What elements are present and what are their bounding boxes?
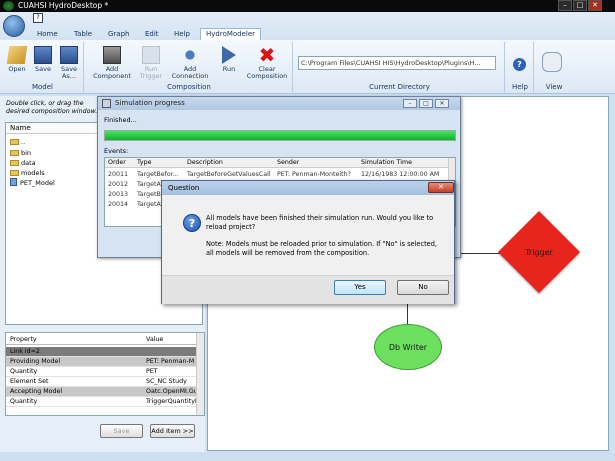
- property-row[interactable]: Link id=2: [6, 347, 198, 357]
- property-row[interactable]: Accepting Model Oatc.OpenMI.Gui: [6, 387, 198, 397]
- composition-group-label: Composition: [167, 83, 211, 91]
- trigger-label: Trigger: [525, 248, 553, 257]
- tree-item[interactable]: data: [10, 158, 36, 168]
- no-button[interactable]: No: [397, 280, 449, 295]
- run-button[interactable]: Run: [214, 46, 244, 73]
- sim-maximize-button[interactable]: □: [419, 99, 433, 108]
- view-group: View: [536, 42, 572, 92]
- properties-scrollbar[interactable]: [196, 333, 204, 415]
- db-writer-label: Db Writer: [388, 343, 428, 352]
- tree-item[interactable]: bin: [10, 148, 31, 158]
- question-dialog: Question ✕ ? All models have been finish…: [161, 180, 455, 304]
- clear-icon: ✖: [258, 43, 276, 67]
- question-note: Note: Models must be reloaded prior to s…: [206, 240, 437, 257]
- events-grid-header: Order Type Description Sender Simulation…: [105, 158, 455, 168]
- model-group: Open Save Save As... Model: [2, 42, 84, 92]
- open-button[interactable]: Open: [5, 46, 29, 73]
- current-directory-input[interactable]: C:\Program Files\CUAHSI HIS\HydroDesktop…: [298, 56, 496, 70]
- sim-close-button[interactable]: ✕: [435, 99, 449, 108]
- help-group-label: Help: [512, 83, 528, 91]
- pan-hand-icon[interactable]: [542, 52, 562, 72]
- property-row[interactable]: Quantity PET: [6, 367, 198, 377]
- model-group-label: Model: [31, 83, 54, 91]
- save-as-icon: [60, 46, 78, 64]
- tree-item[interactable]: models: [10, 168, 45, 178]
- add-connection-icon: [181, 46, 199, 64]
- maximize-button[interactable]: □: [573, 0, 587, 11]
- event-row[interactable]: 20011 TargetBefor... TargetBeforeGetValu…: [105, 170, 455, 179]
- run-trigger-icon: [142, 46, 160, 64]
- view-group-label: View: [545, 83, 563, 91]
- question-icon: ?: [183, 214, 201, 232]
- properties-grid[interactable]: Property Value Link id=2 Providing Model…: [5, 332, 205, 416]
- connection-line: [407, 304, 408, 324]
- composition-group: Add Component Run Trigger Add Connection…: [86, 42, 293, 92]
- app-logo-icon: [3, 1, 14, 11]
- folder-icon: [10, 139, 19, 145]
- yes-button[interactable]: Yes: [334, 280, 386, 295]
- sim-progress-track: [104, 130, 456, 141]
- status-bar: [0, 452, 615, 461]
- add-item-button[interactable]: Add Item >>: [150, 424, 195, 438]
- folder-icon: [10, 150, 19, 156]
- sim-progress-fill: [105, 131, 455, 140]
- properties-header: Property Value: [6, 335, 198, 345]
- question-message: All models have been finished their simu…: [206, 214, 434, 231]
- directory-group-label: Current Directory: [369, 83, 430, 91]
- clear-composition-button[interactable]: ✖ Clear Composition: [246, 43, 288, 80]
- save-button[interactable]: Save: [31, 46, 55, 73]
- title-bar: CUAHSI HydroDesktop * – □ ✕: [0, 0, 615, 12]
- help-group: ? Help: [507, 42, 534, 92]
- save-as-button[interactable]: Save As...: [57, 46, 81, 80]
- close-button[interactable]: ✕: [588, 0, 602, 11]
- help-button[interactable]: ?: [513, 58, 526, 71]
- run-trigger-button[interactable]: Run Trigger: [134, 46, 168, 80]
- run-icon: [222, 46, 236, 64]
- app-menu-button[interactable]: [3, 15, 25, 37]
- add-connection-button[interactable]: Add Connection: [170, 46, 210, 80]
- sim-status: Finished...: [104, 116, 137, 124]
- open-icon: [6, 46, 28, 64]
- tree-item[interactable]: PET_Model: [10, 178, 55, 188]
- connection-line: [460, 253, 502, 254]
- property-row[interactable]: Element Set SC_NC Study: [6, 377, 198, 387]
- minimize-button[interactable]: –: [558, 0, 572, 11]
- window-title: CUAHSI HydroDesktop *: [18, 1, 109, 10]
- property-row[interactable]: Quantity TriggerQuantityID: [6, 397, 198, 407]
- add-component-icon: [103, 46, 121, 64]
- events-label: Events:: [104, 147, 129, 155]
- folder-icon: [10, 160, 19, 166]
- question-close-button[interactable]: ✕: [428, 182, 454, 193]
- model-file-icon: [10, 178, 17, 186]
- question-title-bar: Question: [162, 181, 454, 195]
- add-component-button[interactable]: Add Component: [92, 46, 132, 80]
- folder-icon: [10, 170, 19, 176]
- panel-hint: Double click, or drag the desired compos…: [6, 100, 98, 115]
- sim-window-icon: [102, 99, 111, 108]
- tree-item[interactable]: ..: [10, 137, 25, 147]
- property-row[interactable]: Providing Model PET: Penman-M: [6, 357, 198, 367]
- save-item-button[interactable]: Save: [100, 424, 143, 438]
- help-icon[interactable]: ?: [33, 13, 43, 23]
- save-icon: [34, 46, 52, 64]
- ribbon-tabs: ? Home Table Graph Edit Help HydroModele…: [0, 12, 615, 41]
- sim-minimize-button[interactable]: –: [403, 99, 417, 108]
